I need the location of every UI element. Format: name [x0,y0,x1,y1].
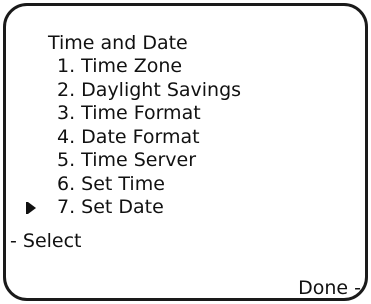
menu-item-label: 6. Set Time [57,172,165,195]
screen-title: Time and Date [48,32,188,54]
menu-item-label: 2. Daylight Savings [57,78,242,101]
select-softkey[interactable]: - Select [10,230,82,252]
menu-item-set-time[interactable]: 6. Set Time [57,173,241,197]
menu-item-time-format[interactable]: 3. Time Format [57,102,241,126]
arrow-right-icon [28,202,36,214]
menu-item-label: 5. Time Server [57,149,197,171]
menu-item-label: 1. Time Zone [57,55,183,77]
phone-display-screen: Time and Date 1. Time Zone 2. Daylight S… [3,3,368,301]
menu-item-time-server[interactable]: 5. Time Server [57,149,241,173]
menu-item-time-zone[interactable]: 1. Time Zone [57,55,241,79]
menu-item-set-date[interactable]: 7. Set Date [26,196,241,220]
done-softkey[interactable]: Done - [298,277,361,299]
menu-item-date-format[interactable]: 4. Date Format [57,126,241,150]
menu-item-label: 7. Set Date [57,196,164,218]
menu-list: 1. Time Zone 2. Daylight Savings 3. Time… [26,55,241,220]
menu-item-label: 4. Date Format [57,125,200,148]
menu-item-daylight-savings[interactable]: 2. Daylight Savings [57,79,241,103]
menu-item-label: 3. Time Format [57,102,201,124]
